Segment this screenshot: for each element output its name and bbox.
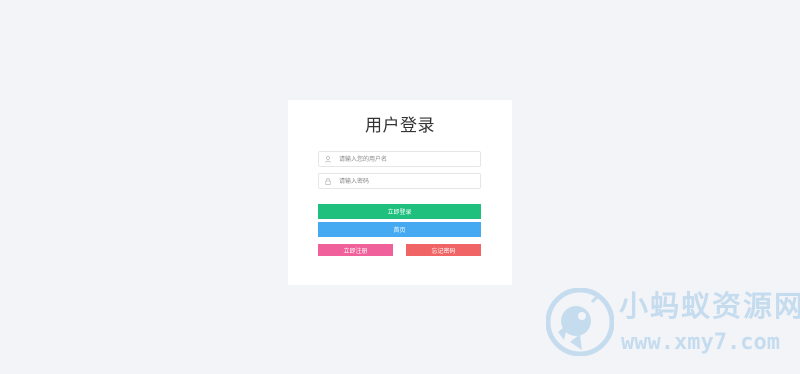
watermark-url: www.xmy7.com bbox=[621, 330, 780, 355]
lock-icon bbox=[320, 174, 336, 188]
user-icon bbox=[320, 152, 336, 166]
page-title: 用户登录 bbox=[365, 116, 435, 136]
login-page: 用户登录 立即登录 首页 立即注册 忘记密码 bbox=[0, 0, 800, 374]
watermark-name: 小蚂蚁资源网 bbox=[619, 289, 800, 323]
ant-logo-icon bbox=[545, 287, 615, 357]
password-input[interactable] bbox=[336, 175, 479, 187]
password-field[interactable] bbox=[318, 173, 481, 189]
register-button[interactable]: 立即注册 bbox=[318, 244, 393, 256]
username-field[interactable] bbox=[318, 151, 481, 167]
username-input[interactable] bbox=[336, 153, 479, 165]
forgot-password-button[interactable]: 忘记密码 bbox=[406, 244, 481, 256]
login-button[interactable]: 立即登录 bbox=[318, 204, 481, 219]
home-button[interactable]: 首页 bbox=[318, 222, 481, 237]
